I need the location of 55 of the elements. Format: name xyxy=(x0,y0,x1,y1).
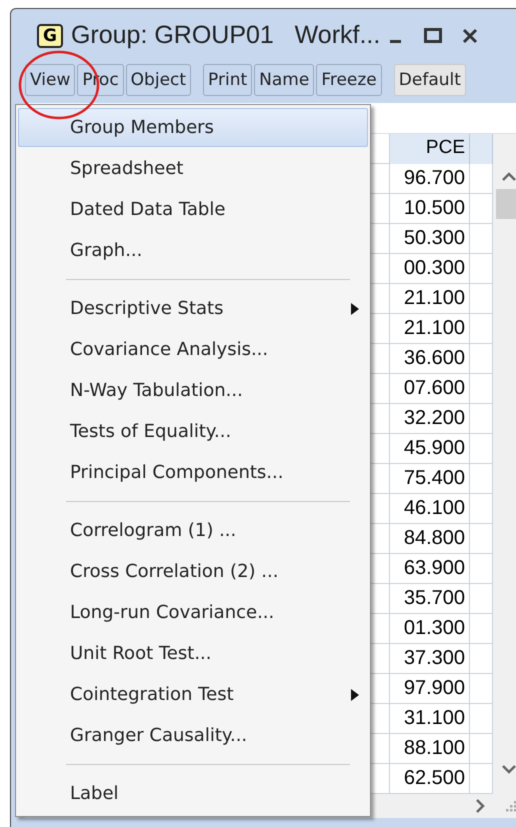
toolbar-button[interactable]: Object xyxy=(126,64,192,96)
toolbar-button[interactable]: Freeze xyxy=(316,64,382,96)
toolbar-button[interactable]: Default xyxy=(394,64,466,96)
maximize-icon[interactable] xyxy=(424,28,442,44)
menu-item[interactable]: Group Members xyxy=(18,108,368,147)
menu-item[interactable]: Tests of Equality... xyxy=(18,412,368,451)
app-badge: G xyxy=(37,24,63,48)
table-cell: 31.100 xyxy=(390,704,470,734)
menu-item[interactable]: Long-run Covariance... xyxy=(18,593,368,632)
menu-item[interactable]: Cross Correlation (2) ... xyxy=(18,552,368,591)
table-cell: 50.300 xyxy=(390,224,470,254)
menu-item[interactable]: Granger Causality... xyxy=(18,716,368,755)
table-cell: 32.200 xyxy=(390,404,470,434)
table-cell: 88.100 xyxy=(390,734,470,764)
table-cell: 45.900 xyxy=(390,434,470,464)
table-cell: 35.700 xyxy=(390,584,470,614)
table-cell: 46.100 xyxy=(390,494,470,524)
menu-item[interactable]: Graph... xyxy=(18,231,368,270)
table-cell: 01.300 xyxy=(390,614,470,644)
table-cell: 97.900 xyxy=(390,674,470,704)
menu-item[interactable]: Spreadsheet xyxy=(18,149,368,188)
table-cell: 21.100 xyxy=(390,314,470,344)
menu-item[interactable]: Dated Data Table xyxy=(18,190,368,229)
menu-item[interactable]: Correlogram (1) ... xyxy=(18,511,368,550)
menu-item[interactable]: Label xyxy=(18,774,368,813)
toolbar-button[interactable]: Print xyxy=(203,64,252,96)
table-cell: 63.900 xyxy=(390,554,470,584)
menu-item[interactable]: Principal Components... xyxy=(18,453,368,492)
scroll-right-icon[interactable] xyxy=(476,799,485,813)
scroll-up-icon[interactable] xyxy=(502,172,516,181)
column-header[interactable]: PCE xyxy=(390,134,470,164)
table-cell: 75.400 xyxy=(390,464,470,494)
table-cell: 07.600 xyxy=(390,374,470,404)
scroll-thumb[interactable] xyxy=(496,189,516,219)
toolbar-button[interactable]: View xyxy=(25,64,76,96)
window-title: Group: GROUP01 Workf... xyxy=(70,21,380,50)
table-cell: 84.800 xyxy=(390,524,470,554)
submenu-arrow-icon xyxy=(351,302,359,314)
table-cell: 96.700 xyxy=(390,164,470,194)
menu-item[interactable]: Descriptive Stats xyxy=(18,289,368,328)
menu-item[interactable]: Unit Root Test... xyxy=(18,634,368,673)
table-cell: 00.300 xyxy=(390,254,470,284)
table-cell: 36.600 xyxy=(390,344,470,374)
menu-item[interactable]: N-Way Tabulation... xyxy=(18,371,368,410)
menu-item[interactable]: Covariance Analysis... xyxy=(18,330,368,369)
submenu-arrow-icon xyxy=(351,688,359,700)
table-cell: 37.300 xyxy=(390,644,470,674)
toolbar-button[interactable]: Name xyxy=(254,64,314,96)
vertical-scrollbar[interactable] xyxy=(493,134,516,794)
scroll-down-icon[interactable] xyxy=(502,765,516,774)
menu-item[interactable]: Cointegration Test xyxy=(18,675,368,714)
table-cell: 10.500 xyxy=(390,194,470,224)
resize-grip-icon[interactable] xyxy=(505,800,516,812)
close-icon[interactable] xyxy=(462,28,478,44)
table-cell: 21.100 xyxy=(390,284,470,314)
